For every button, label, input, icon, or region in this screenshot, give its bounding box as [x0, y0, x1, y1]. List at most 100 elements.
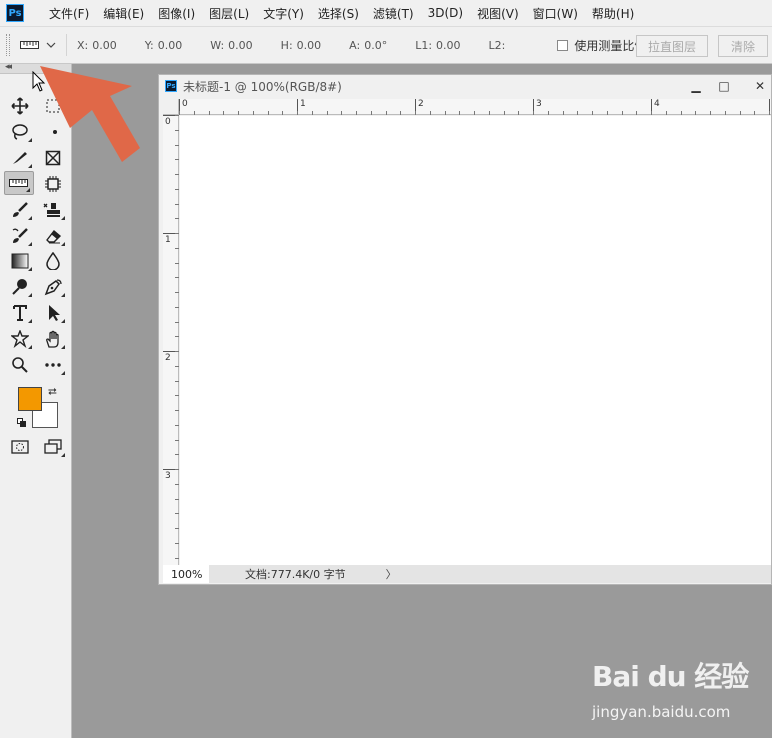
- collapse-arrows-icon[interactable]: ◂◂: [5, 62, 12, 72]
- more-tools[interactable]: [38, 353, 68, 377]
- menu-image[interactable]: 图像(I): [151, 5, 202, 22]
- ruler-origin[interactable]: [163, 99, 179, 115]
- field-angle: A: 0.0°: [349, 38, 388, 52]
- history-brush-tool[interactable]: [5, 224, 35, 248]
- baidu-watermark: Bai du 经验 jingyan.baidu.com: [592, 655, 762, 725]
- document-window: Ps 未标题-1 @ 100%(RGB/8#) ▁ □ ✕ 0 1 2 3 4 …: [158, 74, 772, 585]
- slice-tool[interactable]: [5, 146, 35, 170]
- options-bar: X: 0.00 Y: 0.00 W: 0.00 H: 0.00 A: 0.0° L1: 0.…: [0, 26, 772, 64]
- lasso-tool[interactable]: [5, 120, 35, 144]
- menu-layer[interactable]: 图层(L): [202, 5, 256, 22]
- ps-logo: Ps: [6, 4, 24, 22]
- move-icon: [11, 97, 29, 115]
- ruler-label-h4: 4: [654, 99, 660, 109]
- quick-mask-button[interactable]: [5, 435, 35, 459]
- zoom-level-field[interactable]: 100%: [163, 565, 209, 583]
- ruler-label-v0: 0: [165, 117, 171, 127]
- shape-icon: [11, 330, 29, 348]
- use-scale-checkbox[interactable]: [557, 39, 569, 51]
- use-measurement-scale[interactable]: 使用测量比例: [557, 37, 646, 54]
- straighten-layer-button[interactable]: 拉直图层: [636, 35, 708, 57]
- drop-icon: [46, 252, 60, 270]
- field-l2: L2:: [488, 38, 506, 52]
- lasso-icon: [12, 124, 28, 140]
- stamp-tool[interactable]: [38, 198, 68, 222]
- screen-mode-button[interactable]: [38, 435, 68, 459]
- field-x: X: 0.00: [77, 38, 117, 52]
- ruler-label-v2: 2: [165, 353, 171, 363]
- document-status-bar: 100% 文档:777.4K/0 字节 〉: [163, 565, 771, 583]
- history-brush-icon: [12, 228, 28, 243]
- menu-type[interactable]: 文字(Y): [256, 5, 311, 22]
- shape-tool[interactable]: [5, 327, 35, 351]
- minimize-button[interactable]: ▁: [685, 77, 707, 95]
- pen-tool[interactable]: [38, 275, 68, 299]
- ruler-tool[interactable]: [4, 171, 34, 195]
- eraser-tool[interactable]: [38, 224, 68, 248]
- menu-filter[interactable]: 滤镜(T): [366, 5, 421, 22]
- dodge-tool[interactable]: [5, 275, 35, 299]
- menu-bar: Ps 文件(F) 编辑(E) 图像(I) 图层(L) 文字(Y) 选择(S) 滤…: [0, 0, 772, 26]
- chevron-down-icon: [46, 42, 56, 48]
- menu-window[interactable]: 窗口(W): [526, 5, 585, 22]
- type-icon: [13, 305, 27, 321]
- menu-3d[interactable]: 3D(D): [421, 6, 470, 20]
- swap-colors-icon[interactable]: ⮂: [48, 385, 57, 399]
- vertical-ruler[interactable]: 0 1 2 3: [163, 115, 179, 565]
- brush-icon: [13, 202, 28, 217]
- arrow-select-icon: [49, 305, 60, 321]
- brush-tool[interactable]: [5, 198, 35, 222]
- mouse-cursor-icon: [32, 71, 46, 92]
- maximize-button[interactable]: □: [713, 77, 735, 95]
- annotation-arrow-icon: [40, 66, 140, 162]
- watermark-logo: Bai du 经验: [592, 660, 749, 693]
- stamp-icon: [43, 203, 60, 217]
- menu-file[interactable]: 文件(F): [42, 5, 96, 22]
- type-tool[interactable]: [5, 301, 35, 325]
- menu-edit[interactable]: 编辑(E): [96, 5, 151, 22]
- eraser-icon: [46, 229, 62, 244]
- clear-button[interactable]: 清除: [718, 35, 768, 57]
- ps-doc-icon: Ps: [165, 80, 177, 92]
- ruler-icon: [9, 179, 28, 187]
- hand-tool[interactable]: [38, 327, 68, 351]
- ruler-label-v3: 3: [165, 471, 171, 481]
- document-title-bar[interactable]: Ps 未标题-1 @ 100%(RGB/8#): [159, 75, 771, 97]
- watermark-url: jingyan.baidu.com: [592, 703, 731, 721]
- options-bar-grip[interactable]: [6, 34, 10, 56]
- ruler-icon: [20, 41, 39, 49]
- field-l1: L1: 0.00: [415, 38, 461, 52]
- horizontal-ruler[interactable]: 0 1 2 3 4: [179, 99, 771, 115]
- ruler-label-h1: 1: [300, 99, 306, 109]
- zoom-icon: [12, 357, 28, 373]
- quick-mask-icon: [11, 440, 29, 454]
- screen-mode-icon: [44, 439, 62, 454]
- field-w: W: 0.00: [210, 38, 253, 52]
- path-select-tool[interactable]: [38, 301, 68, 325]
- ruler-label-h3: 3: [536, 99, 542, 109]
- document-info: 文档:777.4K/0 字节: [245, 568, 346, 581]
- menu-select[interactable]: 选择(S): [311, 5, 366, 22]
- ruler-ticks-horizontal: [179, 99, 770, 115]
- close-button[interactable]: ✕: [749, 77, 771, 95]
- status-menu-arrow-icon[interactable]: 〉: [386, 566, 397, 582]
- default-colors-icon[interactable]: [17, 418, 27, 428]
- document-title: 未标题-1 @ 100%(RGB/8#): [183, 79, 342, 94]
- options-separator: [66, 34, 67, 56]
- dodge-icon: [12, 279, 27, 295]
- tool-preset-picker[interactable]: [20, 40, 56, 50]
- move-tool[interactable]: [5, 94, 35, 118]
- ruler-label-v1: 1: [165, 235, 171, 245]
- gradient-tool[interactable]: [5, 249, 35, 273]
- foreground-color-swatch[interactable]: [18, 387, 42, 411]
- pen-icon: [44, 279, 62, 296]
- zoom-tool[interactable]: [5, 353, 35, 377]
- knife-icon: [13, 152, 27, 164]
- menu-help[interactable]: 帮助(H): [585, 5, 641, 22]
- ruler-ticks-vertical: [163, 115, 179, 559]
- object-select-tool[interactable]: [38, 172, 68, 196]
- gradient-icon: [11, 253, 29, 269]
- document-canvas[interactable]: [180, 116, 771, 565]
- menu-view[interactable]: 视图(V): [470, 5, 526, 22]
- blur-tool[interactable]: [38, 249, 68, 273]
